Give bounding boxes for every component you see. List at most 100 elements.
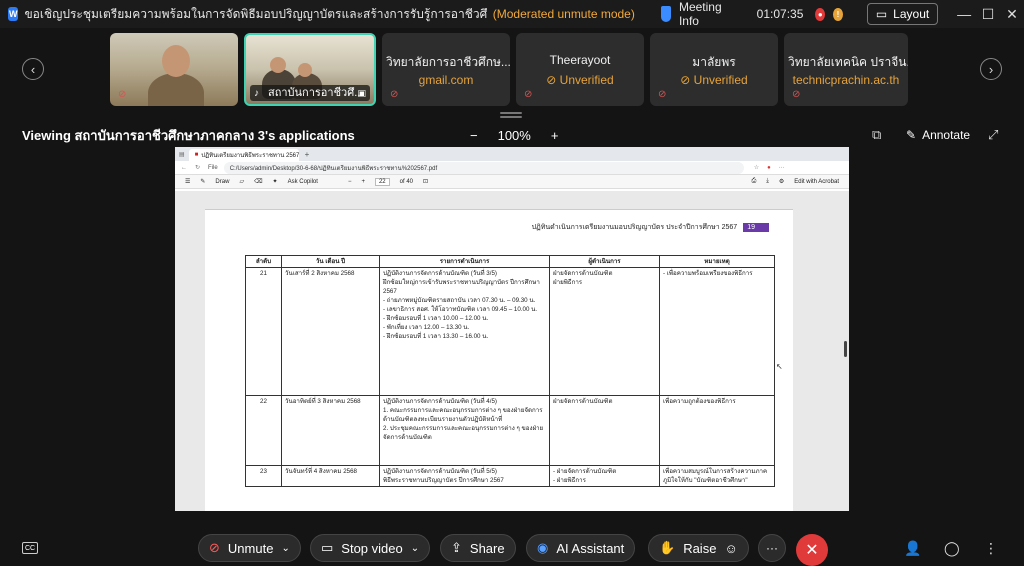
shield-icon [660,6,671,22]
col-header-no: ลำดับ [245,255,282,268]
back-icon[interactable]: ← [181,165,187,171]
maximize-button[interactable]: ☐ [976,6,1000,23]
mic-muted-icon: ⊘ [209,540,220,555]
participant-tile-1[interactable]: ⊘ [110,33,238,106]
cell-note: เพื่อความสมบูรณ์ในการสร้างความภาคภูมิใจใ… [659,465,775,487]
participant-caption: สถาบันการอาชีวศึ... [250,85,370,101]
unverified-badge: ⊘ Unverified [680,73,748,87]
print-icon[interactable]: ⎙ [751,178,756,185]
browser-tab[interactable]: ■ ปฏิทินเตรียมงานพิธีพระราชทาน 2567 ✕ [188,149,299,161]
ask-copilot-button[interactable]: Ask Copilot [288,179,318,185]
highlight-icon[interactable]: ▱ [239,178,244,185]
title-bar: W ขอเชิญประชุมเตรียมความพร้อมในการจัดพิธ… [0,0,1024,28]
contents-icon[interactable]: ☰ [185,178,190,185]
cell-detail: ปฏิบัติงานการจัดการด้านบัณฑิต (วันที่ 5/… [379,465,550,487]
edit-with-acrobat-button[interactable]: Edit with Acrobat [794,179,839,185]
unmute-button[interactable]: ⊘ Unmute ⌄ [198,534,301,562]
page-number-input[interactable]: 22 [374,177,390,186]
participant-name: สถาบันการอาชีวศึ... [268,87,364,99]
meeting-info-button[interactable]: Meeting Info [660,0,727,28]
cell-no: 21 [245,267,282,396]
settings-icon[interactable]: ⚙ [779,178,784,185]
leave-meeting-button[interactable]: ✕ [796,534,828,566]
tab-actions-icon[interactable]: ▤ [179,151,185,158]
mic-muted-icon: ⊘ [118,89,127,100]
copilot-icon[interactable]: ✦ [273,178,278,185]
shared-screen: ▤ ■ ปฏิทินเตรียมงานพิธีพระราชทาน 2567 ✕ … [175,147,849,511]
pdf-viewport[interactable]: ปฏิทินดำเนินการเตรียมงานมอบปริญญาบัตร ปร… [175,191,849,511]
browser-tab-bar: ▤ ■ ปฏิทินเตรียมงานพิธีพระราชทาน 2567 ✕ … [175,147,849,161]
close-window-button[interactable]: ✕ [1000,6,1024,23]
chevron-left-icon: ‹ [30,61,36,77]
participant-tile-2-active[interactable]: สถาบันการอาชีวศึ... ♪ ▣ [244,33,376,106]
raise-hand-button[interactable]: ✋ Raise ☺ [648,534,749,562]
mic-icon: ♪ [254,88,259,99]
annotate-label: Annotate [922,128,971,142]
participant-tile-6[interactable]: วิทยาลัยเทคนิค ปราจีน... technicprachin.… [784,33,908,106]
col-header-date: วัน เดือน ปี [281,255,380,268]
fit-page-icon[interactable]: ⊡ [423,178,428,185]
stop-video-button[interactable]: ▭ Stop video ⌄ [310,534,431,562]
more-options-button[interactable]: ··· [758,534,786,562]
ai-assistant-label: AI Assistant [556,540,625,556]
end-call-icon: ✕ [805,542,819,559]
pdf-scrollbar[interactable] [844,341,847,357]
share-button[interactable]: ⇪ Share [440,534,516,562]
participant-name: วิทยาลัยเทคนิค ปราจีน... [788,55,908,69]
participant-tile-5[interactable]: มาลัยพร ⊘ Unverified ⊘ [650,33,778,106]
chat-icon[interactable]: ◯ [944,540,960,557]
recording-icon[interactable]: ● [815,7,826,21]
cell-no: 22 [245,395,282,466]
table-row: 21 วันเสาร์ที่ 2 สิงหาคม 2568 ปฏิบัติงาน… [245,267,775,396]
browser-address-bar: ← ↻ File C:/Users/admin/Desktop/30-6-68/… [175,161,849,175]
strip-next-button[interactable]: › [980,58,1002,80]
strip-prev-button[interactable]: ‹ [22,58,44,80]
draw-icon[interactable]: ✎ [200,178,205,185]
ai-assistant-icon: ◉ [537,540,549,555]
zoom-in-button[interactable]: + [551,128,559,143]
participant-tile-4[interactable]: Theerayoot ⊘ Unverified ⊘ [516,33,644,106]
closed-captions-button[interactable]: CC [22,542,38,554]
zoom-plus-icon[interactable]: + [361,179,365,185]
raise-label: Raise [683,540,717,556]
meeting-controls: CC ⊘ Unmute ⌄ ▭ Stop video ⌄ ⇪ Share ◉ A… [0,528,1024,566]
fullscreen-icon[interactable]: ⤢ [988,127,998,143]
address-input[interactable]: C:/Users/admin/Desktop/30-6-68/ปฏิทินเตร… [223,161,744,174]
annotate-button[interactable]: ✎ Annotate [906,128,970,142]
participant-email: technicprachin.ac.th [792,73,900,87]
zoom-minus-icon[interactable]: − [348,179,352,185]
participant-name: มาลัยพร [692,55,736,69]
participant-tile-3[interactable]: วิทยาลัยการอาชีวศึกษ... gmail.com ⊘ [382,33,510,106]
col-header-by: ผู้ดำเนินการ [549,255,660,268]
meeting-info-label: Meeting Info [678,0,722,28]
draw-label[interactable]: Draw [215,179,229,185]
layout-button[interactable]: ▭ Layout [866,3,939,25]
layout-icon: ▭ [875,7,888,21]
minimize-button[interactable]: — [952,6,976,22]
layout-label: Layout [893,7,930,21]
chevron-down-icon[interactable]: ⌄ [411,543,419,554]
network-status-icon[interactable]: ! [833,7,843,21]
cell-date: วันอาทิตย์ที่ 3 สิงหาคม 2568 [281,395,380,466]
reactions-icon[interactable]: ☺ [724,541,737,556]
zoom-out-button[interactable]: − [470,128,478,143]
save-icon[interactable]: ⤓ [766,178,769,185]
moderated-mode-label: (Moderated unmute mode) [492,7,635,21]
favorite-icon[interactable]: ☆ [754,164,759,171]
more-panels-icon[interactable]: ⋮ [984,540,998,557]
refresh-icon[interactable]: ↻ [195,164,200,171]
browser-menu-icon[interactable]: ··· [779,165,785,171]
mic-muted-icon: ⊘ [792,89,801,100]
participant-video-person [148,73,204,106]
extension-icon[interactable]: ● [767,165,771,171]
pen-icon: ✎ [906,128,917,142]
new-tab-icon[interactable]: + [305,150,310,159]
pop-out-icon[interactable]: ⧉ [872,127,881,143]
chevron-down-icon[interactable]: ⌄ [281,543,289,554]
participants-icon[interactable]: 👤 [904,540,921,557]
eraser-icon[interactable]: ⌫ [254,178,262,185]
ai-assistant-button[interactable]: ◉ AI Assistant [526,534,636,562]
strip-resize-handle[interactable] [500,112,522,114]
cell-date: วันจันทร์ที่ 4 สิงหาคม 2568 [281,465,380,487]
doc-page-badge: 19 [743,223,769,232]
